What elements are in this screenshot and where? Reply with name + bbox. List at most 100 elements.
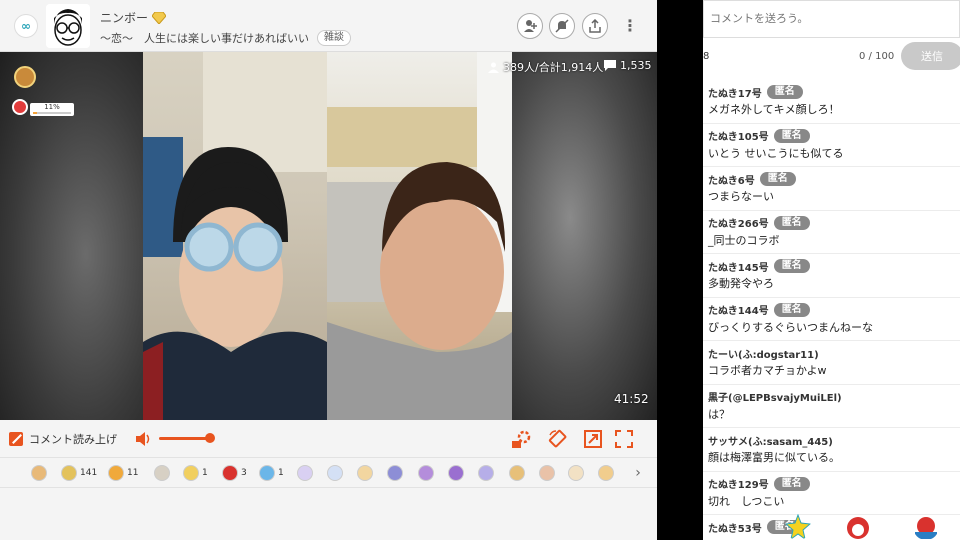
comment-author-name[interactable]: たーい(ふ:dogstar11) [708, 346, 819, 361]
comment-item[interactable]: 黒子(@LEPBsvajyMuiLEl) は？ [703, 385, 960, 428]
chevron-right-icon[interactable]: › [632, 463, 644, 483]
gift-item[interactable] [598, 465, 617, 481]
popout-icon[interactable] [583, 429, 603, 449]
gift-item[interactable] [448, 465, 467, 481]
category-badge[interactable]: 雑談 [317, 30, 351, 46]
player-footer [0, 488, 657, 540]
gift-item[interactable] [297, 465, 316, 481]
read-aloud-toggle[interactable]: コメント読み上げ [9, 431, 117, 447]
anonymous-badge: 匿名 [773, 476, 810, 491]
gift-icon [539, 465, 555, 481]
more-menu-icon[interactable]: ⋮ [622, 14, 638, 38]
gift-count: 1 [278, 468, 284, 478]
gift-item[interactable] [539, 465, 558, 481]
comment-item[interactable]: たぬき6号 匿名 つまらなーい [703, 167, 960, 211]
gift-icon [357, 465, 373, 481]
gift-bar: 141 11 1 3 1 › [0, 458, 657, 488]
share-button[interactable] [582, 13, 608, 39]
diamond-icon [152, 11, 167, 24]
volume-slider[interactable] [159, 437, 211, 440]
speech-bubble-icon [604, 60, 616, 71]
comment-author-name[interactable]: たぬき6号 [708, 172, 755, 187]
comment-author[interactable]: たぬき144号 匿名 [708, 302, 960, 318]
comment-item[interactable]: たぬき266号 匿名 _同士のコラボ [703, 211, 960, 254]
comment-author-name[interactable]: たぬき145号 [708, 259, 769, 274]
gift-item[interactable] [154, 465, 173, 481]
gift-item[interactable]: 1 [183, 465, 208, 481]
gift-icon [61, 465, 77, 481]
send-button[interactable]: 送信 [901, 42, 960, 70]
comment-text: 顔は梅澤富男に似ている。 [708, 451, 840, 464]
star-icon[interactable] [785, 514, 811, 540]
rotate-screen-icon[interactable] [548, 429, 568, 449]
comment-item[interactable]: たぬき144号 匿名 びっくりするぐらいつまんねーな [703, 298, 960, 341]
gift-count: 3 [241, 468, 247, 478]
ranking-icon[interactable] [913, 514, 939, 540]
quality-settings-icon[interactable] [511, 429, 531, 449]
comment-item[interactable]: たぬき17号 匿名 メガネ外してキメ顔しろ！ [703, 80, 960, 124]
bell-off-icon [555, 19, 569, 33]
character-icon[interactable] [845, 514, 871, 540]
comment-author-name[interactable]: サッサメ(ふ:sasam_445) [708, 433, 833, 448]
fullscreen-icon[interactable] [614, 429, 634, 449]
comment-input[interactable] [703, 0, 960, 38]
gift-item[interactable] [568, 465, 587, 481]
comment-author-name[interactable]: たぬき266号 [708, 215, 769, 230]
comment-author-name[interactable]: たぬき129号 [708, 476, 769, 491]
broadcaster-name-text[interactable]: ニンボー [100, 9, 148, 26]
video-player[interactable]: 11% 389人/合計1,914人 1,535 41:52 [0, 52, 657, 420]
comment-text: は？ [708, 407, 730, 421]
comment-author[interactable]: たーい(ふ:dogstar11) [708, 345, 960, 361]
comment-item[interactable]: たぬき105号 匿名 いとう せいこうにも似てる [703, 124, 960, 167]
gift-item[interactable]: 1 [259, 465, 284, 481]
follow-button[interactable] [517, 13, 543, 39]
app-logo-icon[interactable]: ∞ [14, 14, 38, 38]
comment-author[interactable]: たぬき145号 匿名 [708, 258, 960, 274]
comment-item[interactable]: たーい(ふ:dogstar11) コラボ者カマチョかよw [703, 341, 960, 385]
comment-author-name[interactable]: 黒子(@LEPBsvajyMuiLEl) [708, 389, 842, 404]
broadcaster-avatar[interactable] [46, 4, 90, 48]
comment-author-name[interactable]: たぬき105号 [708, 128, 769, 143]
gift-item[interactable] [387, 465, 406, 481]
comment-list: たぬき17号 匿名 メガネ外してキメ顔しろ！ たぬき105号 匿名 いとう せいこうにも似… [703, 80, 960, 540]
level-character-icon[interactable] [12, 99, 28, 115]
gift-icon [297, 465, 313, 481]
stream-header: ∞ ニンボー 〜恋〜 人生には楽しい事だけあればいい 雑談 ⋮ [0, 0, 657, 52]
gift-icon [509, 465, 525, 481]
comment-author-name[interactable]: たぬき17号 [708, 85, 762, 100]
gift-item[interactable]: 11 [108, 465, 138, 481]
comment-author[interactable]: たぬき105号 匿名 [708, 128, 960, 144]
comment-author[interactable]: たぬき266号 匿名 [708, 215, 960, 231]
gift-item[interactable] [418, 465, 437, 481]
gift-icon [418, 465, 434, 481]
comment-text: コラボ者カマチョかよw [708, 364, 827, 377]
gift-item[interactable] [509, 465, 528, 481]
comment-item[interactable]: たぬき129号 匿名 切れ しつこい [703, 472, 960, 515]
gift-icon [183, 465, 199, 481]
comment-author[interactable]: サッサメ(ふ:sasam_445) [708, 432, 960, 448]
broadcaster-name[interactable]: ニンボー [100, 9, 167, 26]
comment-author[interactable]: たぬき129号 匿名 [708, 476, 960, 492]
gift-item[interactable]: 3 [222, 465, 247, 481]
live-title-text: 〜恋〜 人生には楽しい事だけあればいい [100, 32, 309, 45]
volume-icon[interactable] [135, 431, 153, 447]
gift-item[interactable]: 141 [61, 465, 97, 481]
comment-item[interactable]: たぬき145号 匿名 多動発令やろ [703, 254, 960, 298]
gift-icon [222, 465, 238, 481]
comment-author[interactable]: 黒子(@LEPBsvajyMuiLEl) [708, 389, 960, 405]
volume-slider-handle[interactable] [205, 433, 215, 443]
read-aloud-label[interactable]: コメント読み上げ [29, 431, 117, 447]
comment-author[interactable]: たぬき17号 匿名 [708, 84, 960, 100]
gift-item[interactable] [31, 465, 50, 481]
treasure-bag-icon[interactable] [14, 66, 36, 88]
comment-author[interactable]: たぬき6号 匿名 [708, 171, 960, 187]
gift-item[interactable] [478, 465, 497, 481]
anonymous-badge: 匿名 [759, 172, 796, 186]
notification-toggle-button[interactable] [549, 13, 575, 39]
comment-item[interactable]: サッサメ(ふ:sasam_445) 顔は梅澤富男に似ている。 [703, 428, 960, 472]
video-blur-right [512, 52, 657, 420]
gift-item[interactable] [327, 465, 346, 481]
comment-author-name[interactable]: たぬき144号 [708, 302, 769, 317]
comment-text: いとう せいこうにも似てる [708, 146, 844, 160]
gift-item[interactable] [357, 465, 376, 481]
